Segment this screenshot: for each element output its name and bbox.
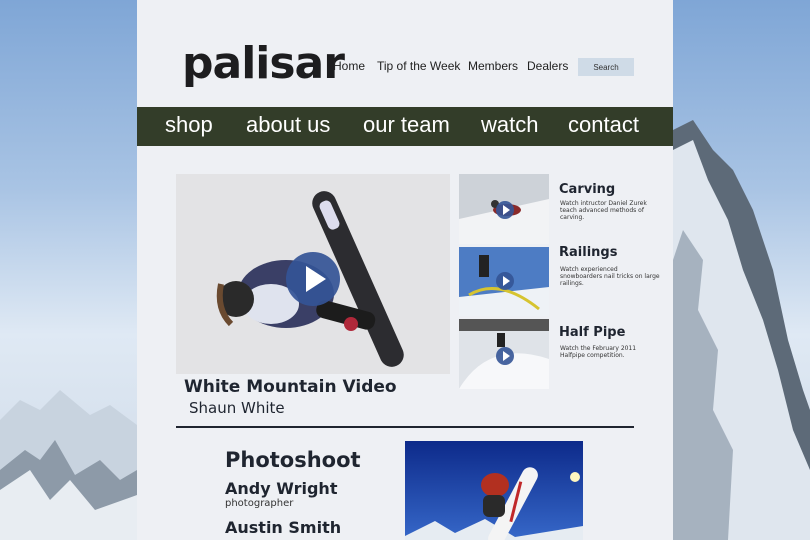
topnav-home[interactable]: Home (333, 59, 365, 73)
mountain-left-image (0, 390, 137, 540)
mainnav-about-us[interactable]: about us (246, 112, 330, 138)
mainnav-our-team[interactable]: our team (363, 112, 450, 138)
section-divider (176, 426, 634, 428)
half-pipe-video-thumbnail[interactable] (459, 319, 549, 389)
mainnav-watch[interactable]: watch (481, 112, 538, 138)
topnav-tip-of-the-week[interactable]: Tip of the Week (377, 59, 460, 73)
topnav-members[interactable]: Members (468, 59, 518, 73)
person-name: Austin Smith (225, 518, 342, 537)
featured-video[interactable] (176, 174, 450, 374)
play-icon[interactable] (286, 252, 340, 306)
carving-video-thumbnail[interactable] (459, 174, 549, 244)
video-desc-half-pipe: Watch the February 2011 Halfpipe competi… (560, 345, 637, 359)
brand-logo[interactable]: palisar (182, 38, 345, 89)
mainnav-contact[interactable]: contact (568, 112, 639, 138)
railings-video-thumbnail[interactable] (459, 247, 549, 316)
video-desc-railings: Watch experienced snowboarders nail tric… (560, 266, 660, 287)
featured-video-subtitle: Shaun White (189, 399, 285, 417)
play-icon[interactable] (496, 201, 514, 219)
video-title-railings[interactable]: Railings (559, 245, 617, 260)
page-container: palisar Home Tip of the Week Members Dea… (137, 0, 673, 540)
photoshoot-image (405, 441, 583, 540)
topnav-dealers[interactable]: Dealers (527, 59, 568, 73)
search-button[interactable]: Search (578, 58, 634, 76)
person-name: Andy Wright (225, 479, 338, 498)
play-icon[interactable] (496, 347, 514, 365)
featured-video-title[interactable]: White Mountain Video (184, 377, 397, 397)
play-icon[interactable] (496, 272, 514, 290)
mountain-right-image (673, 120, 810, 540)
main-nav-bar: shop about us our team watch contact (137, 107, 673, 146)
photoshoot-heading: Photoshoot (225, 448, 361, 472)
video-title-carving[interactable]: Carving (559, 182, 615, 197)
person-role: photographer (225, 498, 294, 509)
video-desc-carving: Watch intructor Daniel Zurek teach advan… (560, 200, 647, 221)
mainnav-shop[interactable]: shop (165, 112, 213, 138)
video-title-half-pipe[interactable]: Half Pipe (559, 325, 625, 340)
